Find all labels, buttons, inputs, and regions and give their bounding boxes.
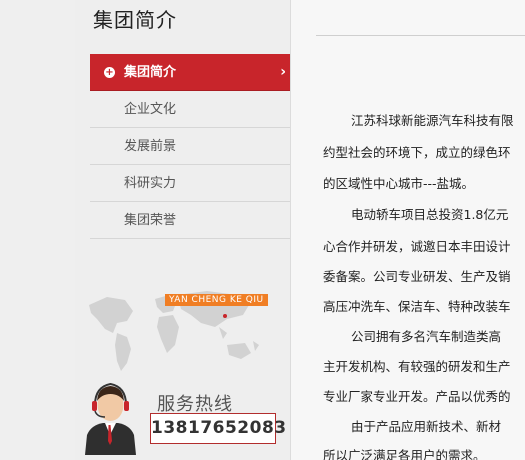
- sidebar-item-label: 发展前景: [124, 139, 177, 154]
- sidebar-item-label: 企业文化: [124, 102, 177, 117]
- customer-service-avatar: [83, 375, 138, 455]
- content-line: 约型社会的环境下，成立的绿色环: [323, 145, 511, 160]
- sidebar-item-prospects[interactable]: 发展前景: [90, 128, 290, 165]
- content-line: 心合作并研发，诚邀日本丰田设计: [323, 239, 511, 254]
- content-line: 专业厂家专业开发。产品以优秀的: [323, 389, 511, 404]
- sidebar-title: 集团简介: [93, 8, 177, 32]
- sidebar-item-label: 科研实力: [124, 176, 177, 191]
- headset-agent-icon: [85, 382, 136, 455]
- sidebar-item-culture[interactable]: 企业文化: [90, 91, 290, 128]
- plus-circle-icon: +: [104, 67, 115, 78]
- content-line: 委备案。公司专业研发、生产及销: [323, 269, 511, 284]
- sidebar-item-group-intro[interactable]: + 集团简介 ›: [90, 54, 290, 91]
- map-location-label: YAN CHENG KE QIU: [165, 294, 268, 306]
- hotline-number: 13817652083: [150, 413, 286, 444]
- sidebar-item-label: 集团简介: [124, 65, 177, 80]
- content-line: 电动轿车项目总投资1.8亿元: [351, 207, 509, 222]
- sidebar: 集团简介 + 集团简介 › 企业文化 发展前景 科研实力 集团荣誉 YAN CH…: [75, 0, 291, 460]
- sidebar-item-label: 集团荣誉: [124, 213, 177, 228]
- left-gutter: [0, 0, 75, 460]
- content-line: 的区域性中心城市---盐城。: [323, 176, 475, 191]
- content-line: 由于产品应用新技术、新材: [351, 419, 502, 434]
- content-line: 公司拥有多名汽车制造类高: [351, 329, 502, 344]
- content-line: 所以广泛满足各用户的需求。: [323, 448, 486, 460]
- sidebar-item-research[interactable]: 科研实力: [90, 165, 290, 202]
- content-line: 江苏科球新能源汽车科技有限: [351, 113, 514, 128]
- content-divider: [316, 35, 525, 36]
- sidebar-menu: + 集团简介 › 企业文化 发展前景 科研实力 集团荣誉: [90, 54, 290, 239]
- world-map: YAN CHENG KE QIU: [87, 283, 277, 378]
- sidebar-item-honors[interactable]: 集团荣誉: [90, 202, 290, 239]
- content-area: 江苏科球新能源汽车科技有限 约型社会的环境下，成立的绿色环 的区域性中心城市--…: [291, 0, 525, 460]
- chevron-right-icon: ›: [280, 64, 286, 80]
- content-line: 高压冲洗车、保洁车、特种改装车: [323, 299, 511, 314]
- content-line: 主开发机构、有较强的研发和生产: [323, 359, 511, 374]
